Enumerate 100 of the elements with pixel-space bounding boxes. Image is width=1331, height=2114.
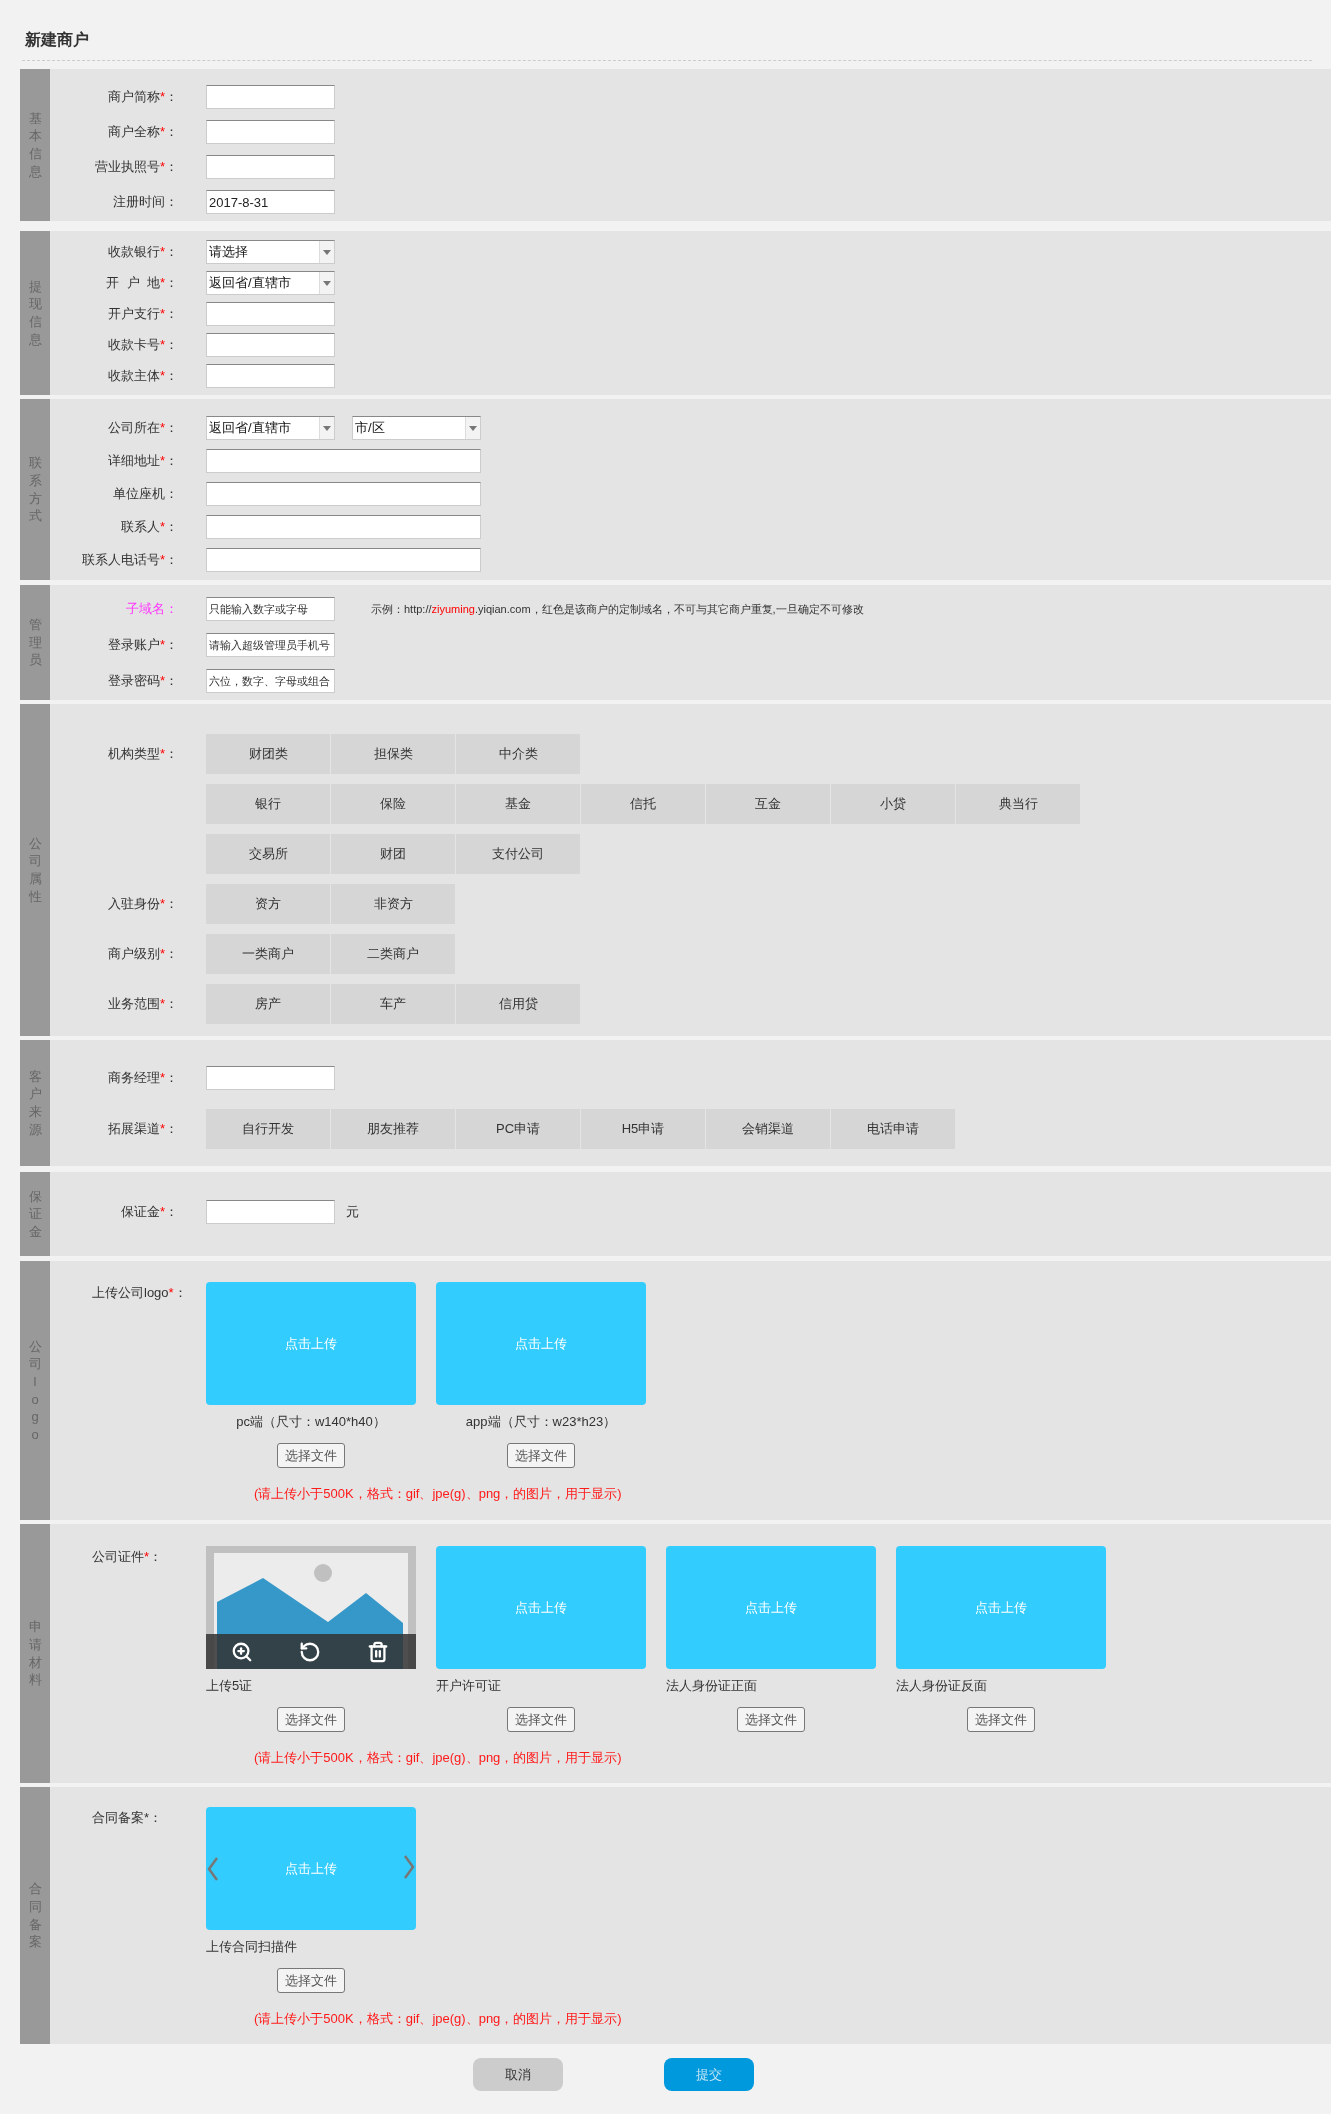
- upload-caption: 上传5证: [206, 1677, 253, 1695]
- option-button[interactable]: 房产: [206, 984, 330, 1024]
- upload-note: (请上传小于500K，格式：gif、jpe(g)、png，的图片，用于显示): [254, 1485, 623, 1503]
- option-button[interactable]: 信托: [581, 784, 705, 824]
- text-field[interactable]: [206, 302, 335, 326]
- dropdown[interactable]: 返回省/直辖市: [206, 416, 335, 440]
- option-button[interactable]: 互金: [706, 784, 830, 824]
- text-field[interactable]: [206, 333, 335, 357]
- choose-file-button[interactable]: 选择文件: [277, 1707, 345, 1732]
- field-label: 单位座机：: [113, 485, 178, 503]
- option-button[interactable]: 典当行: [956, 784, 1080, 824]
- text-field[interactable]: [206, 85, 335, 109]
- chevron-right-icon[interactable]: [402, 1854, 416, 1880]
- unit-label: 元: [346, 1203, 359, 1222]
- choose-file-button[interactable]: 选择文件: [277, 1968, 345, 1993]
- option-button[interactable]: 自行开发: [206, 1109, 330, 1149]
- field-label: 详细地址*：: [107, 452, 178, 470]
- option-button[interactable]: 中介类: [456, 734, 580, 774]
- text-field[interactable]: 请输入超级管理员手机号: [206, 633, 335, 657]
- field-label: 联系人电话号*：: [81, 551, 178, 569]
- dropdown[interactable]: 市/区: [352, 416, 481, 440]
- option-button[interactable]: 小贷: [831, 784, 955, 824]
- text-field[interactable]: 2017-8-31: [206, 190, 335, 214]
- option-button[interactable]: 资方: [206, 884, 330, 924]
- field-label: 公司所在*：: [107, 419, 178, 437]
- field-label: 登录账户*：: [107, 636, 178, 654]
- option-button[interactable]: 车产: [331, 984, 455, 1024]
- option-button[interactable]: 保险: [331, 784, 455, 824]
- field-label: 上传公司logo*：: [92, 1284, 187, 1302]
- field-label: 联系人*：: [120, 518, 178, 536]
- upload-caption: app端（尺寸：w23*h23）: [465, 1413, 617, 1431]
- field-label: 机构类型*：: [107, 745, 178, 763]
- dropdown[interactable]: 返回省/直辖市: [206, 271, 335, 295]
- choose-file-button[interactable]: 选择文件: [737, 1707, 805, 1732]
- field-label: 收款主体*：: [107, 367, 178, 385]
- chevron-left-icon[interactable]: [206, 1856, 220, 1882]
- option-button[interactable]: 财团类: [206, 734, 330, 774]
- option-button[interactable]: PC申请: [456, 1109, 580, 1149]
- field-label: 商务经理*：: [107, 1069, 178, 1087]
- caret-down-icon: [323, 249, 331, 255]
- text-field[interactable]: [206, 155, 335, 179]
- option-button[interactable]: 财团: [331, 834, 455, 874]
- option-button[interactable]: 银行: [206, 784, 330, 824]
- field-label: 登录密码*：: [107, 672, 178, 690]
- text-field[interactable]: [206, 482, 481, 506]
- option-button[interactable]: 会销渠道: [706, 1109, 830, 1149]
- text-field[interactable]: [206, 1066, 335, 1090]
- field-label: 子域名：: [126, 600, 178, 618]
- text-field[interactable]: [206, 364, 335, 388]
- field-label: 收款银行*：: [107, 243, 178, 261]
- field-label: 开户支行*：: [107, 305, 178, 323]
- choose-file-button[interactable]: 选择文件: [507, 1443, 575, 1468]
- choose-file-button[interactable]: 选择文件: [507, 1707, 575, 1732]
- trash-icon[interactable]: [367, 1640, 389, 1663]
- upload-caption: 开户许可证: [436, 1677, 501, 1695]
- upload-caption: pc端（尺寸：w140*h40）: [236, 1413, 386, 1431]
- option-button[interactable]: 电话申请: [831, 1109, 955, 1149]
- rotate-icon[interactable]: [299, 1640, 321, 1663]
- caret-down-icon: [323, 280, 331, 286]
- text-field[interactable]: [206, 449, 481, 473]
- text-field[interactable]: 只能输入数字或字母: [206, 597, 335, 621]
- field-label: 合同备案*：: [92, 1809, 163, 1827]
- field-label: 业务范围*：: [107, 995, 178, 1013]
- option-button[interactable]: 非资方: [331, 884, 455, 924]
- field-label: 商户简称*：: [107, 88, 178, 106]
- page-title: 新建商户: [25, 30, 89, 50]
- field-label: 收款卡号*：: [107, 336, 178, 354]
- field-label: 营业执照号*：: [94, 158, 178, 176]
- option-button[interactable]: 担保类: [331, 734, 455, 774]
- caret-down-icon: [323, 425, 331, 431]
- option-button[interactable]: 二类商户: [331, 934, 455, 974]
- field-label: 商户级别*：: [107, 945, 178, 963]
- text-field[interactable]: [206, 1200, 335, 1224]
- field-label: 注册时间：: [113, 193, 178, 211]
- zoom-in-icon[interactable]: [231, 1640, 253, 1663]
- option-button[interactable]: 朋友推荐: [331, 1109, 455, 1149]
- option-button[interactable]: 一类商户: [206, 934, 330, 974]
- field-label: 拓展渠道*：: [107, 1120, 178, 1138]
- choose-file-button[interactable]: 选择文件: [277, 1443, 345, 1468]
- field-label: 入驻身份*：: [107, 895, 178, 913]
- dropdown[interactable]: 请选择: [206, 240, 335, 264]
- option-button[interactable]: 支付公司: [456, 834, 580, 874]
- field-label: 保证金*：: [120, 1203, 178, 1221]
- choose-file-button[interactable]: 选择文件: [967, 1707, 1035, 1732]
- upload-caption: 法人身份证反面: [896, 1677, 987, 1695]
- field-label: 公司证件*：: [92, 1548, 163, 1566]
- text-field[interactable]: [206, 515, 481, 539]
- upload-caption: 上传合同扫描件: [206, 1938, 297, 1956]
- text-field[interactable]: [206, 548, 481, 572]
- option-button[interactable]: 基金: [456, 784, 580, 824]
- text-field[interactable]: [206, 120, 335, 144]
- option-button[interactable]: H5申请: [581, 1109, 705, 1149]
- text-field[interactable]: 六位，数字、字母或组合: [206, 669, 335, 693]
- field-label: 商户全称*：: [107, 123, 178, 141]
- option-button[interactable]: 交易所: [206, 834, 330, 874]
- upload-caption: 法人身份证正面: [666, 1677, 757, 1695]
- upload-note: (请上传小于500K，格式：gif、jpe(g)、png，的图片，用于显示): [254, 1749, 623, 1767]
- option-button[interactable]: 信用贷: [456, 984, 580, 1024]
- field-label: 开 户 地*：: [106, 274, 178, 292]
- cancel-button[interactable]: 取消: [473, 2058, 563, 2091]
